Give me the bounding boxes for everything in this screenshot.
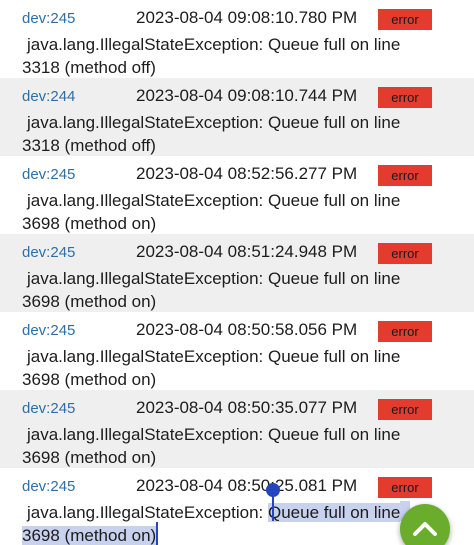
log-message[interactable]: java.lang.IllegalStateException: Queue f… [22, 501, 422, 545]
log-message-line[interactable]: java.lang.IllegalStateException: Queue f… [22, 501, 422, 524]
log-message-line: java.lang.IllegalStateException: Queue f… [27, 113, 401, 132]
log-message-line: java.lang.IllegalStateException: Queue f… [27, 35, 401, 54]
error-badge: error [378, 477, 432, 498]
selection-end-handle[interactable] [156, 522, 158, 545]
selection-start-handle-knob[interactable] [266, 483, 280, 497]
log-timestamp: 2023-08-04 08:50:35.077 PM [136, 398, 358, 417]
log-entry[interactable]: dev:245 2023-08-04 08:50:58.056 PM error… [0, 312, 474, 390]
error-badge: error [378, 399, 432, 420]
log-timestamp: 2023-08-04 09:08:10.780 PM [136, 8, 358, 27]
log-message: java.lang.IllegalStateException: Queue f… [22, 189, 422, 235]
device-link[interactable]: dev:245 [22, 10, 75, 27]
log-message: java.lang.IllegalStateException: Queue f… [22, 33, 422, 79]
device-link[interactable]: dev:245 [22, 166, 75, 183]
log-timestamp: 2023-08-04 08:51:24.948 PM [136, 242, 358, 261]
log-timestamp: 2023-08-04 08:50:58.056 PM [136, 320, 358, 339]
selected-text[interactable]: 3698 (method on) [22, 526, 157, 545]
device-link[interactable]: dev:245 [22, 322, 75, 339]
log-message-line: java.lang.IllegalStateException: Queue f… [27, 347, 401, 366]
log-message-line: java.lang.IllegalStateException: Queue f… [27, 191, 401, 210]
device-link[interactable]: dev:244 [22, 88, 75, 105]
log-message-prefix: java.lang.IllegalStateException: [27, 503, 268, 522]
log-message: java.lang.IllegalStateException: Queue f… [22, 111, 422, 157]
log-message-line: 3318 (method off) [22, 136, 156, 155]
log-entry[interactable]: dev:244 2023-08-04 09:08:10.744 PM error… [0, 78, 474, 156]
log-entry[interactable]: dev:245 2023-08-04 09:08:10.780 PM error… [0, 0, 474, 78]
log-message: java.lang.IllegalStateException: Queue f… [22, 267, 422, 313]
log-timestamp: 2023-08-04 08:52:56.277 PM [136, 164, 358, 183]
error-badge: error [378, 165, 432, 186]
log-message-line: 3698 (method on) [22, 370, 157, 389]
log-message-line: 3698 (method on) [22, 448, 157, 467]
log-message-line: 3318 (method off) [22, 58, 156, 77]
log-message-line: 3698 (method on) [22, 292, 157, 311]
log-list: dev:245 2023-08-04 09:08:10.780 PM error… [0, 0, 474, 545]
selected-text[interactable]: Queue full on line [268, 503, 401, 522]
device-link[interactable]: dev:245 [22, 244, 75, 261]
error-badge: error [378, 9, 432, 30]
device-link[interactable]: dev:245 [22, 400, 75, 417]
log-message-line: java.lang.IllegalStateException: Queue f… [27, 425, 401, 444]
log-timestamp: 2023-08-04 09:08:10.744 PM [136, 86, 358, 105]
log-entry[interactable]: dev:245 2023-08-04 08:51:24.948 PM error… [0, 234, 474, 312]
chevron-up-icon [413, 522, 437, 536]
error-badge: error [378, 243, 432, 264]
error-badge: error [378, 321, 432, 342]
log-entry[interactable]: dev:245 2023-08-04 08:50:35.077 PM error… [0, 390, 474, 468]
log-entry[interactable]: dev:245 2023-08-04 08:52:56.277 PM error… [0, 156, 474, 234]
log-message-line[interactable]: 3698 (method on) [22, 524, 422, 545]
error-badge: error [378, 87, 432, 108]
log-message-line: java.lang.IllegalStateException: Queue f… [27, 269, 401, 288]
log-message: java.lang.IllegalStateException: Queue f… [22, 423, 422, 469]
device-link[interactable]: dev:245 [22, 478, 75, 495]
log-message: java.lang.IllegalStateException: Queue f… [22, 345, 422, 391]
log-timestamp: 2023-08-04 08:50:25.081 PM [136, 476, 358, 495]
log-message-line: 3698 (method on) [22, 214, 157, 233]
